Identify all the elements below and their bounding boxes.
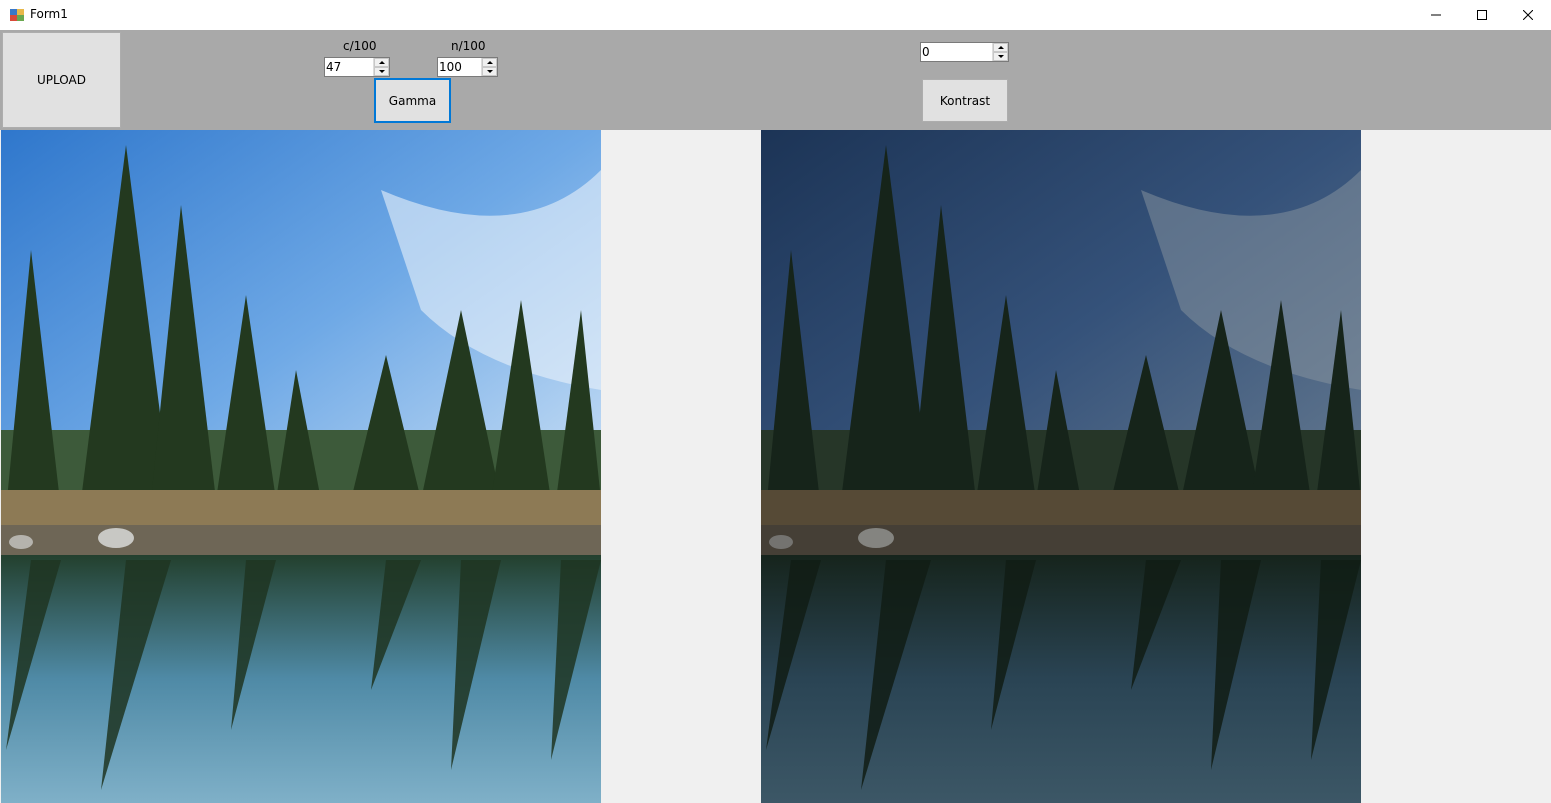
landscape-photo-icon <box>761 130 1361 803</box>
c-label: c/100 <box>343 39 377 53</box>
n-input[interactable] <box>439 59 482 75</box>
n-down-arrow[interactable] <box>482 67 497 76</box>
n-up-arrow[interactable] <box>482 58 497 67</box>
contrast-stepper[interactable] <box>920 42 1009 62</box>
contrast-down-arrow[interactable] <box>993 52 1008 61</box>
chevron-down-icon <box>378 70 385 73</box>
kontrast-button[interactable]: Kontrast <box>922 79 1008 122</box>
close-button[interactable] <box>1505 0 1551 30</box>
processed-picture <box>761 130 1361 803</box>
c-up-arrow[interactable] <box>374 58 389 67</box>
contrast-input[interactable] <box>922 44 992 60</box>
chevron-up-icon <box>997 46 1004 49</box>
close-icon <box>1523 10 1533 20</box>
toolbar-panel: UPLOAD c/100 n/100 Gamma Kontrast <box>0 30 1551 130</box>
landscape-photo-icon <box>1 130 601 803</box>
minimize-icon <box>1431 14 1441 16</box>
c-stepper-arrows <box>373 58 389 76</box>
n-stepper[interactable] <box>437 57 498 77</box>
chevron-up-icon <box>378 61 385 64</box>
c-down-arrow[interactable] <box>374 67 389 76</box>
maximize-icon <box>1477 10 1487 20</box>
c-stepper[interactable] <box>324 57 390 77</box>
upload-button[interactable]: UPLOAD <box>2 32 121 128</box>
chevron-up-icon <box>486 61 493 64</box>
n-stepper-arrows <box>481 58 497 76</box>
contrast-up-arrow[interactable] <box>993 43 1008 52</box>
maximize-button[interactable] <box>1459 0 1505 30</box>
gamma-button[interactable]: Gamma <box>374 78 451 123</box>
minimize-button[interactable] <box>1413 0 1459 30</box>
n-label: n/100 <box>451 39 486 53</box>
window-title: Form1 <box>30 7 68 21</box>
original-picture <box>1 130 601 803</box>
c-input[interactable] <box>326 59 374 75</box>
title-bar: Form1 <box>0 0 1551 30</box>
contrast-stepper-arrows <box>992 43 1008 61</box>
app-icon <box>10 9 24 21</box>
chevron-down-icon <box>486 70 493 73</box>
chevron-down-icon <box>997 55 1004 58</box>
